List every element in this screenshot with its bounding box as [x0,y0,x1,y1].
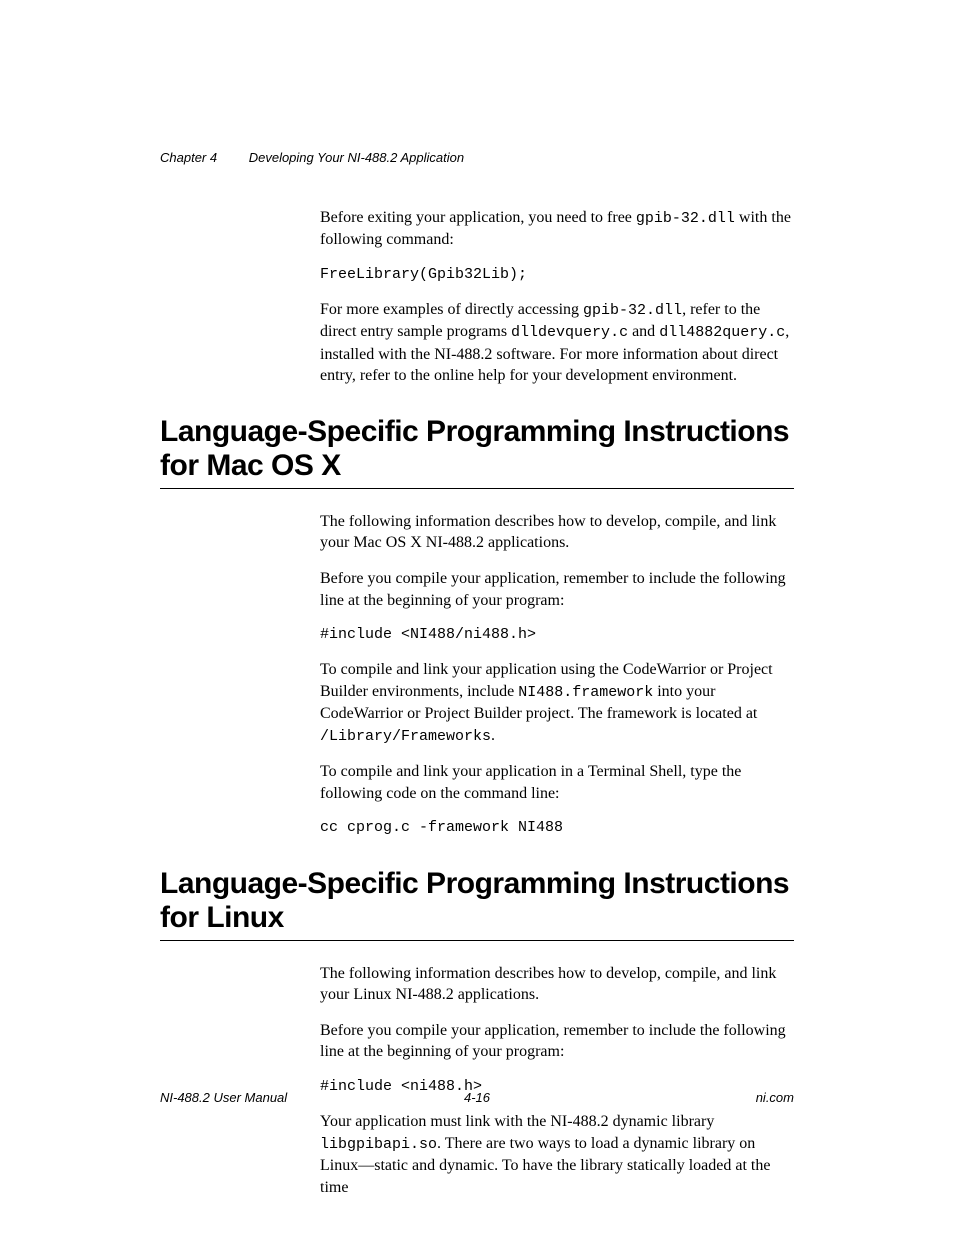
code-inline: dll4882query.c [659,324,785,341]
linux-block: The following information describes how … [320,963,794,1199]
heading-rule [160,940,794,941]
mac-code2: cc cprog.c -framework NI488 [320,818,794,838]
page: Chapter 4 Developing Your NI-488.2 Appli… [0,0,954,1235]
text: . [491,727,495,744]
mac-heading: Language-Specific Programming Instructio… [160,415,794,484]
intro-block: Before exiting your application, you nee… [320,207,794,387]
chapter-title: Developing Your NI-488.2 Application [249,150,464,165]
footer-right: ni.com [756,1090,794,1105]
text: For more examples of directly accessing [320,301,583,318]
intro-code1: FreeLibrary(Gpib32Lib); [320,265,794,285]
intro-p1: Before exiting your application, you nee… [320,207,794,251]
mac-block: The following information describes how … [320,511,794,839]
code-inline: /Library/Frameworks [320,728,491,745]
mac-p4: To compile and link your application in … [320,761,794,804]
mac-p3: To compile and link your application usi… [320,659,794,747]
intro-p2: For more examples of directly accessing … [320,299,794,387]
linux-heading: Language-Specific Programming Instructio… [160,867,794,936]
footer-left: NI-488.2 User Manual [160,1090,287,1105]
linux-p3: Your application must link with the NI-4… [320,1111,794,1198]
code-inline: libgpibapi.so [320,1136,437,1153]
code-inline: gpib-32.dll [636,210,735,227]
mac-code1: #include <NI488/ni488.h> [320,625,794,645]
code-inline: gpib-32.dll [583,302,682,319]
code-inline: dlldevquery.c [511,324,628,341]
footer: NI-488.2 User Manual 4-16 ni.com [160,1090,794,1105]
code-inline: NI488.framework [518,684,653,701]
text: Before exiting your application, you nee… [320,209,636,226]
mac-p2: Before you compile your application, rem… [320,568,794,611]
footer-center: 4-16 [464,1090,490,1105]
chapter-label: Chapter 4 [160,150,217,165]
text: Your application must link with the NI-4… [320,1113,714,1130]
mac-p1: The following information describes how … [320,511,794,554]
linux-p1: The following information describes how … [320,963,794,1006]
running-header: Chapter 4 Developing Your NI-488.2 Appli… [160,150,794,165]
heading-rule [160,488,794,489]
text: and [628,323,659,340]
linux-p2: Before you compile your application, rem… [320,1020,794,1063]
